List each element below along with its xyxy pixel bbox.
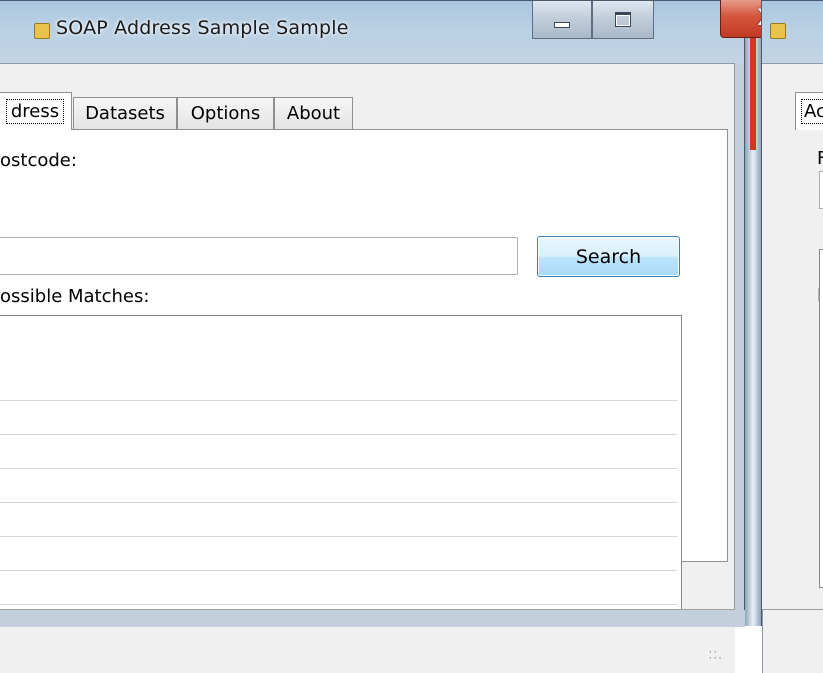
list-row-divider — [0, 468, 677, 469]
window-title: SOAP Address Sample Sample — [56, 17, 349, 39]
tab-label: Ac — [801, 99, 823, 124]
list-row-divider — [0, 400, 677, 401]
tab-datasets[interactable]: Datasets — [73, 97, 177, 129]
second-app-icon — [770, 23, 786, 39]
second-client-area: Ac F F — [762, 63, 823, 673]
tab-about[interactable]: About — [274, 97, 353, 129]
list-row-divider — [0, 502, 677, 503]
maximize-button[interactable] — [592, 1, 654, 39]
tab-label: Datasets — [85, 103, 165, 124]
list-row-divider — [0, 604, 677, 605]
tab-options[interactable]: Options — [177, 97, 274, 129]
list-row-divider — [0, 434, 677, 435]
minimize-icon — [554, 21, 570, 28]
tab-label: Options — [190, 103, 261, 124]
matches-listbox[interactable] — [0, 315, 682, 654]
second-title-bar[interactable] — [762, 1, 823, 63]
second-matches-listbox[interactable] — [819, 249, 823, 588]
window-edge-highlight — [750, 30, 756, 150]
second-window: Ac F F — [761, 0, 823, 673]
search-button[interactable]: Search — [537, 236, 680, 277]
matches-label: ossible Matches: — [0, 286, 150, 307]
app-icon — [34, 23, 50, 39]
tab-address[interactable]: dress — [0, 92, 72, 130]
address-tab-panel: ostcode: Search ossible Matches: — [0, 129, 728, 654]
second-tab-address[interactable]: Ac — [795, 92, 823, 130]
postcode-input[interactable] — [0, 237, 518, 275]
second-postcode-label: F — [817, 148, 823, 169]
window-bottom-border — [0, 610, 745, 627]
resize-grip-icon[interactable]: ·· ··· — [709, 646, 723, 664]
list-row-divider — [0, 570, 677, 571]
second-postcode-input[interactable] — [819, 171, 823, 209]
tab-label: About — [286, 103, 341, 124]
main-window: SOAP Address Sample Sample dress Dataset… — [0, 0, 745, 673]
tab-label: dress — [5, 99, 65, 124]
minimize-button[interactable] — [532, 1, 592, 39]
client-area: dress Datasets Options About ostcode: Se… — [0, 63, 735, 673]
list-row-divider — [0, 536, 677, 537]
maximize-icon — [615, 12, 631, 27]
postcode-label: ostcode: — [0, 150, 77, 171]
second-status-bar — [762, 609, 823, 673]
